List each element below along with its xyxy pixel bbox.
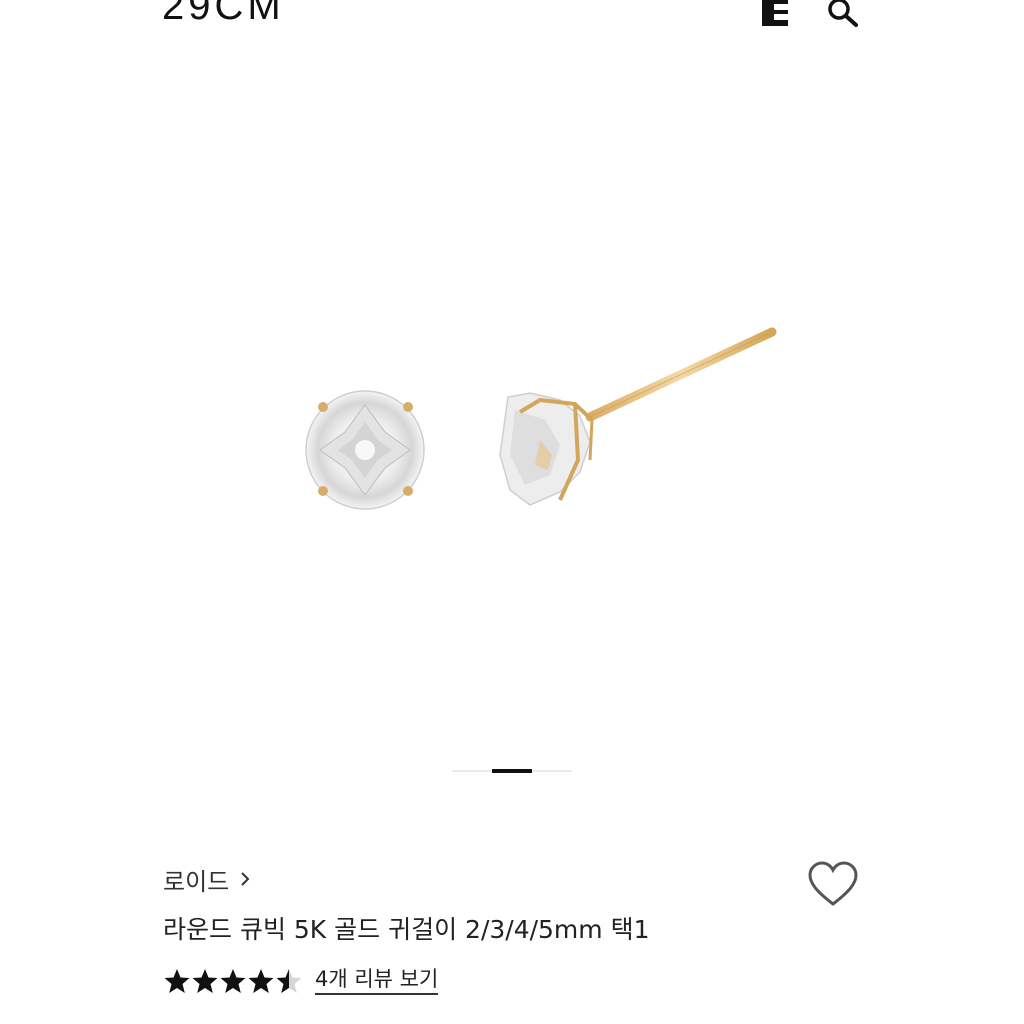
rating-row: 4개 리뷰 보기 bbox=[163, 964, 439, 998]
menu-icon[interactable] bbox=[760, 0, 790, 28]
review-count-link[interactable]: 4개 리뷰 보기 bbox=[315, 968, 439, 995]
earring-product-image bbox=[305, 327, 777, 510]
star-full-icon bbox=[192, 969, 218, 993]
top-header: 29CM bbox=[0, 0, 1024, 40]
brand-link[interactable]: 로이드 bbox=[163, 862, 251, 896]
star-full-icon bbox=[248, 969, 274, 993]
star-half-icon bbox=[276, 969, 302, 993]
chevron-right-icon bbox=[241, 872, 250, 886]
star-full-icon bbox=[164, 969, 190, 993]
product-image-carousel[interactable] bbox=[0, 60, 1024, 760]
carousel-pagination[interactable] bbox=[452, 769, 572, 773]
earring-front-view bbox=[305, 390, 425, 510]
pagination-active-indicator bbox=[492, 769, 532, 773]
logo[interactable]: 29CM bbox=[162, 0, 285, 26]
search-icon[interactable] bbox=[826, 0, 858, 27]
star-full-icon bbox=[220, 969, 246, 993]
star-rating bbox=[163, 967, 303, 995]
earring-side-view bbox=[499, 327, 777, 506]
wishlist-heart-icon[interactable] bbox=[806, 860, 860, 908]
product-title: 라운드 큐빅 5K 골드 귀걸이 2/3/4/5mm 택1 bbox=[163, 915, 650, 944]
brand-name: 로이드 bbox=[163, 867, 230, 896]
